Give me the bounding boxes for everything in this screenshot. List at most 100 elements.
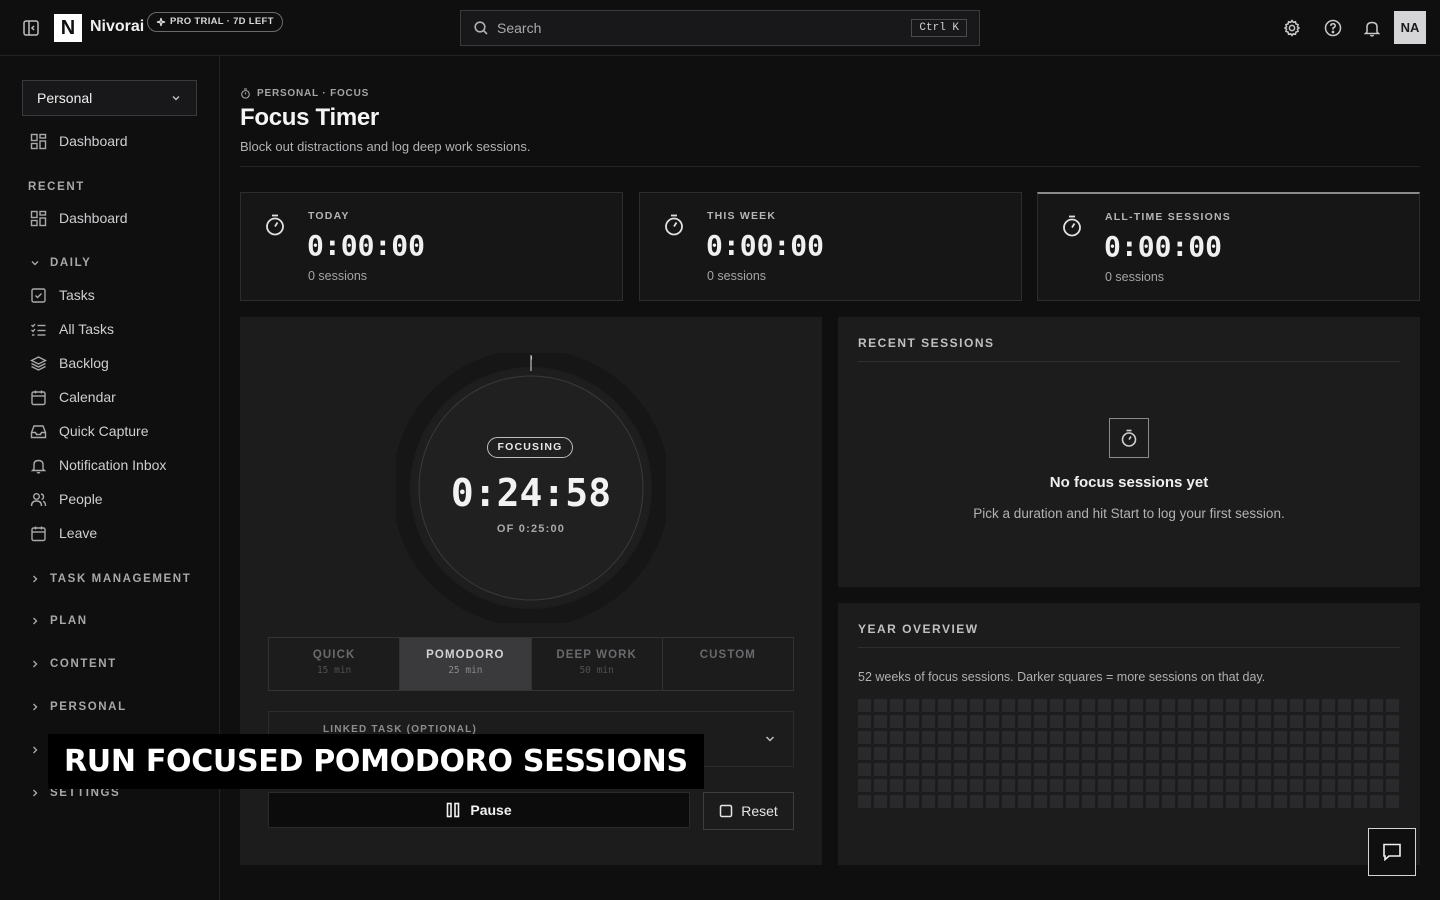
heatmap-cell xyxy=(1018,699,1031,712)
sidebar-item-quick-capture[interactable]: Quick Capture xyxy=(30,419,148,443)
content-group-header[interactable]: CONTENT xyxy=(30,658,117,670)
mode-custom[interactable]: CUSTOM xyxy=(663,638,793,690)
heatmap-cell xyxy=(1386,715,1399,728)
sidebar-item-people[interactable]: People xyxy=(30,487,103,511)
stat-sessions: 0 sessions xyxy=(707,269,767,283)
task-management-group-header[interactable]: TASK MANAGEMENT xyxy=(30,573,191,585)
trial-badge[interactable]: PRO TRIAL · 7D LEFT xyxy=(147,12,283,32)
heatmap-cell xyxy=(1226,795,1239,808)
sidebar-item-backlog[interactable]: Backlog xyxy=(30,351,109,375)
heatmap-cell xyxy=(906,699,919,712)
personal-group-header[interactable]: PERSONAL xyxy=(30,701,127,713)
heatmap-cell xyxy=(1114,747,1127,760)
heatmap-cell xyxy=(906,747,919,760)
daily-group-header[interactable]: DAILY xyxy=(30,257,91,269)
mode-pomodoro[interactable]: POMODORO 25 min xyxy=(400,638,532,690)
sidebar-item-calendar[interactable]: Calendar xyxy=(30,385,116,409)
mode-name: POMODORO xyxy=(426,649,505,661)
heatmap-cell xyxy=(890,699,903,712)
heatmap-cell xyxy=(954,747,967,760)
heatmap-cell xyxy=(938,747,951,760)
heatmap-cell xyxy=(874,763,887,776)
sidebar-item-label: Calendar xyxy=(59,389,116,405)
heatmap-cell xyxy=(1002,779,1015,792)
user-avatar[interactable]: NA xyxy=(1394,11,1426,44)
heatmap-cell xyxy=(1002,795,1015,808)
workspace-select[interactable]: Personal xyxy=(22,80,197,116)
heatmap-cell xyxy=(1034,715,1047,728)
sidebar-toggle-icon[interactable] xyxy=(22,19,40,37)
reset-button[interactable]: Reset xyxy=(703,792,794,830)
heatmap-cell xyxy=(1114,763,1127,776)
timer-status-badge: FOCUSING xyxy=(487,437,573,458)
heatmap-cell xyxy=(1338,731,1351,744)
sidebar-item-leave[interactable]: Leave xyxy=(30,521,97,545)
heatmap-cell xyxy=(1130,795,1143,808)
heatmap-cell xyxy=(1114,715,1127,728)
sidebar-item-dashboard[interactable]: Dashboard xyxy=(30,129,128,153)
heatmap-cell xyxy=(1146,795,1159,808)
dashboard-grid-icon xyxy=(30,210,47,227)
chevron-down-icon xyxy=(170,92,182,104)
year-overview-description: 52 weeks of focus sessions. Darker squar… xyxy=(858,670,1266,684)
heatmap-cell xyxy=(858,715,871,728)
app-name[interactable]: Nivorai xyxy=(90,18,144,36)
heatmap-cell xyxy=(1274,715,1287,728)
heatmap-cell xyxy=(1338,763,1351,776)
notification-bell-icon[interactable] xyxy=(1362,18,1382,38)
heatmap-cell xyxy=(1050,763,1063,776)
settings-gear-icon[interactable] xyxy=(1282,18,1302,38)
sidebar-item-notification-inbox[interactable]: Notification Inbox xyxy=(30,453,166,477)
heatmap-cell xyxy=(986,747,999,760)
pause-icon xyxy=(446,802,460,818)
duration-mode-selector: QUICK 15 min POMODORO 25 min DEEP WORK 5… xyxy=(268,637,794,691)
sidebar-item-all-tasks[interactable]: All Tasks xyxy=(30,317,114,341)
pause-button[interactable]: Pause xyxy=(268,792,690,828)
heatmap-cell xyxy=(1162,699,1175,712)
heatmap-cell xyxy=(922,763,935,776)
help-icon[interactable] xyxy=(1323,18,1343,38)
timer-total: OF 0:25:00 xyxy=(496,523,566,535)
sidebar-item-label: Dashboard xyxy=(59,210,128,226)
heatmap-cell xyxy=(954,795,967,808)
mode-duration: 50 min xyxy=(579,665,614,676)
heatmap-cell xyxy=(1386,763,1399,776)
heatmap-cell xyxy=(954,699,967,712)
heatmap-cell xyxy=(1114,795,1127,808)
heatmap-cell xyxy=(954,731,967,744)
sidebar-item-recent-dashboard[interactable]: Dashboard xyxy=(30,206,128,230)
chat-button[interactable] xyxy=(1368,828,1416,876)
heatmap-cell xyxy=(1210,715,1223,728)
heatmap-cell xyxy=(1098,763,1111,776)
heatmap-cell xyxy=(986,715,999,728)
heatmap-cell xyxy=(922,779,935,792)
search-input[interactable]: Search Ctrl K xyxy=(460,10,980,46)
logo-mark[interactable]: N xyxy=(54,14,82,42)
sidebar-item-tasks[interactable]: Tasks xyxy=(30,283,95,307)
stopwatch-icon xyxy=(263,213,287,237)
heatmap-cell xyxy=(1018,731,1031,744)
plan-group-header[interactable]: PLAN xyxy=(30,615,88,627)
heatmap-cell xyxy=(1354,699,1367,712)
mode-quick[interactable]: QUICK 15 min xyxy=(269,638,401,690)
heatmap-cell xyxy=(906,731,919,744)
mode-name: CUSTOM xyxy=(699,649,756,661)
chevron-right-icon xyxy=(30,616,40,626)
heatmap-cell xyxy=(986,763,999,776)
mode-deep-work[interactable]: DEEP WORK 50 min xyxy=(532,638,663,690)
video-caption: RUN FOCUSED POMODORO SESSIONS xyxy=(48,734,704,789)
heatmap-cell xyxy=(1194,715,1207,728)
card-divider xyxy=(858,361,1400,362)
chevron-right-icon xyxy=(30,702,40,712)
heatmap-cell xyxy=(1370,763,1383,776)
mode-duration: 15 min xyxy=(316,665,352,676)
heatmap-cell xyxy=(1034,699,1047,712)
heatmap-cell xyxy=(1274,763,1287,776)
heatmap-cell xyxy=(1338,715,1351,728)
stat-card-this-week: THIS WEEK 0:00:00 0 sessions xyxy=(639,192,1022,301)
heatmap-cell xyxy=(1114,731,1127,744)
heatmap-cell xyxy=(970,699,983,712)
heatmap-cell xyxy=(938,715,951,728)
heatmap-cell xyxy=(1322,715,1335,728)
group-label: PLAN xyxy=(50,615,88,627)
